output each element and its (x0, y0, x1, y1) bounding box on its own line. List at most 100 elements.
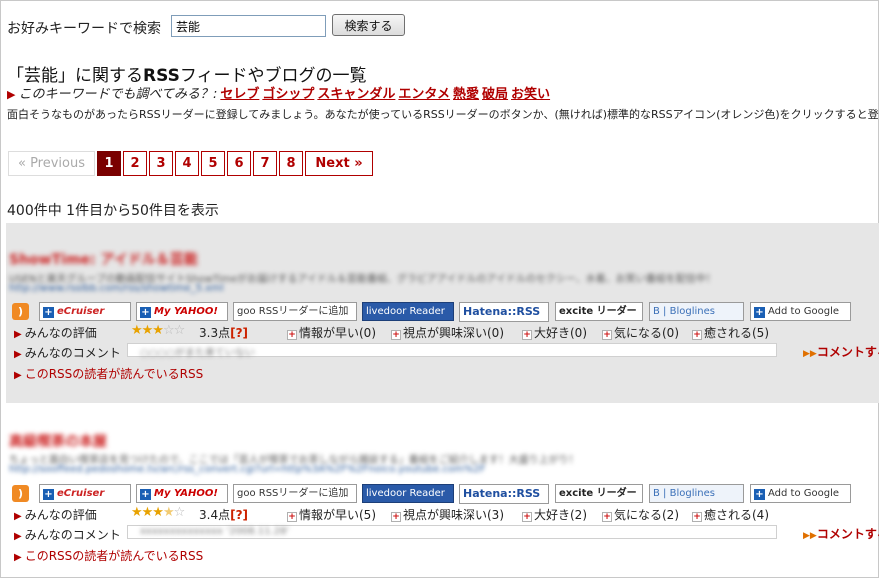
pager-page-4[interactable]: 4 (175, 151, 199, 176)
reader-buttons: ) + eCruiser + My YAHOO! goo RSSリーダーに追加 li… (12, 302, 872, 322)
livedoor-reader-button[interactable]: livedoor Reader (362, 302, 454, 321)
feed-title[interactable]: 高級喫茶の本屋 (9, 431, 107, 451)
add-to-google-button[interactable]: + Add to Google (750, 302, 851, 321)
plus-icon: + (287, 330, 297, 340)
related-link-scandal[interactable]: スキャンダル (317, 87, 395, 102)
rating-label: ▶ みんなの評価 (14, 508, 97, 522)
rss-icon[interactable]: ) (12, 303, 29, 320)
reader-buttons: ) + eCruiser + My YAHOO! goo RSSリーダーに追加 li… (12, 484, 872, 504)
related-link-romance[interactable]: 熱愛 (453, 87, 479, 102)
triangle-right-icon: ▶ (14, 329, 22, 340)
tag-love[interactable]: + 大好き(0) (522, 324, 587, 341)
goo-reader-button[interactable]: goo RSSリーダーに追加 (233, 484, 357, 503)
comment-button[interactable]: ▶▶コメントする (803, 343, 879, 360)
tag-fast-info[interactable]: + 情報が早い(0) (287, 324, 376, 341)
comments-label: ▶ みんなのコメント (14, 346, 121, 360)
double-arrow-icon: ▶▶ (803, 531, 817, 541)
hatena-rss-button[interactable]: Hatena::RSS (459, 484, 549, 504)
comment-preview: xxxxxxxxxxxxxx ‘2008.11.28’ (127, 525, 777, 539)
plus-icon: + (602, 512, 612, 522)
related-link-entame[interactable]: エンタメ (398, 87, 450, 102)
search-label: お好みキーワードで検索 (7, 21, 161, 37)
hatena-rss-button[interactable]: Hatena::RSS (459, 302, 549, 322)
tag-curious[interactable]: + 気になる(2) (602, 506, 679, 523)
double-arrow-icon: ▶▶ (803, 349, 817, 359)
plus-icon: + (692, 512, 702, 522)
related-keywords: ▶ このキーワードでも調べてみる？: セレブ ゴシップ スキャンダル エンタメ 熱愛 破局 お笑… (7, 83, 550, 102)
tag-healing[interactable]: + 癒される(4) (692, 506, 769, 523)
result-count: 400件中 1件目から50件目を表示 (7, 203, 219, 219)
tag-interesting[interactable]: + 視点が興味深い(0) (391, 324, 504, 341)
my-yahoo-button[interactable]: + My YAHOO! (136, 484, 228, 503)
tag-healing[interactable]: + 癒される(5) (692, 324, 769, 341)
my-yahoo-button[interactable]: + My YAHOO! (136, 302, 228, 321)
triangle-right-icon: ▶ (14, 370, 22, 381)
triangle-right-icon: ▶ (14, 511, 22, 522)
rating-label: ▶ みんなの評価 (14, 326, 97, 340)
comments-label: ▶ みんなのコメント (14, 528, 121, 542)
plus-icon: + (287, 512, 297, 522)
plus-icon: + (522, 512, 532, 522)
star-rating: ★★★☆☆ (131, 323, 185, 338)
triangle-right-icon: ▶ (14, 531, 22, 542)
excite-reader-button[interactable]: excite リーダー (555, 484, 643, 503)
bloglines-button[interactable]: B | Bloglines (649, 302, 744, 321)
comment-button[interactable]: ▶▶コメントする (803, 525, 879, 542)
feed-item: ShowTime: アイドル＆芸能 USENと楽天グループの動画配信サイトSho… (6, 223, 879, 403)
help-link[interactable]: [?] (230, 508, 248, 522)
related-link-owarai[interactable]: お笑い (511, 87, 550, 102)
related-lead: このキーワードでも調べてみる？: (18, 87, 218, 102)
livedoor-reader-button[interactable]: livedoor Reader (362, 484, 454, 503)
star-rating: ★★★★☆ (131, 505, 185, 520)
plus-icon: + (43, 307, 54, 318)
intro-text: 面白そうなものがあったらRSSリーダーに登録してみましょう。あなたが使っているR… (7, 108, 879, 121)
feed-item: 高級喫茶の本屋 ちょっと面白い喫茶店を見つけたので、ここでは「芸人が喫茶でお茶し… (6, 411, 879, 576)
plus-icon: + (522, 330, 532, 340)
pager-page-1: 1 (97, 151, 121, 176)
search-input[interactable] (171, 15, 326, 37)
feed-url[interactable]: http://www.rsslbb.com/rss/showtime_5.xml (9, 283, 224, 294)
plus-icon: + (391, 330, 401, 340)
add-to-google-button[interactable]: + Add to Google (750, 484, 851, 503)
feed-url[interactable]: http://sooffeed.pedoshome.tv/arc/rss_con… (9, 464, 486, 475)
comment-preview: ○○○○がまた来ていない (127, 343, 777, 359)
help-link[interactable]: [?] (230, 326, 248, 340)
pager-next[interactable]: Next » (305, 151, 373, 176)
pager-page-2[interactable]: 2 (123, 151, 147, 176)
ecruiser-button[interactable]: + eCruiser (39, 484, 131, 503)
rating-score: 3.3点[?] (199, 326, 249, 340)
plus-icon: + (754, 307, 765, 318)
readers-also-read-link[interactable]: ▶ このRSSの読者が読んでいるRSS (14, 547, 203, 564)
readers-also-read-link[interactable]: ▶ このRSSの読者が読んでいるRSS (14, 365, 203, 382)
plus-icon: + (43, 489, 54, 500)
triangle-right-icon: ▶ (14, 349, 22, 360)
plus-icon: + (754, 489, 765, 500)
pager-page-7[interactable]: 7 (253, 151, 277, 176)
tag-interesting[interactable]: + 視点が興味深い(3) (391, 506, 504, 523)
plus-icon: + (391, 512, 401, 522)
rss-icon[interactable]: ) (12, 485, 29, 502)
triangle-right-icon: ▶ (7, 88, 16, 101)
goo-reader-button[interactable]: goo RSSリーダーに追加 (233, 302, 357, 321)
tag-curious[interactable]: + 気になる(0) (602, 324, 679, 341)
excite-reader-button[interactable]: excite リーダー (555, 302, 643, 321)
triangle-right-icon: ▶ (14, 552, 22, 563)
plus-icon: + (602, 330, 612, 340)
pager-page-6[interactable]: 6 (227, 151, 251, 176)
bloglines-button[interactable]: B | Bloglines (649, 484, 744, 503)
search-button[interactable]: 検索する (332, 14, 405, 36)
tag-fast-info[interactable]: + 情報が早い(5) (287, 506, 376, 523)
pager-page-8[interactable]: 8 (279, 151, 303, 176)
related-link-breakup[interactable]: 破局 (482, 87, 508, 102)
plus-icon: + (140, 307, 151, 318)
related-link-celeb[interactable]: セレブ (220, 87, 259, 102)
tag-love[interactable]: + 大好き(2) (522, 506, 587, 523)
plus-icon: + (140, 489, 151, 500)
plus-icon: + (692, 330, 702, 340)
pager-page-3[interactable]: 3 (149, 151, 173, 176)
ecruiser-button[interactable]: + eCruiser (39, 302, 131, 321)
related-link-gossip[interactable]: ゴシップ (262, 87, 314, 102)
pager-previous: « Previous (8, 151, 95, 176)
feed-title[interactable]: ShowTime: アイドル＆芸能 (9, 249, 198, 269)
pager-page-5[interactable]: 5 (201, 151, 225, 176)
